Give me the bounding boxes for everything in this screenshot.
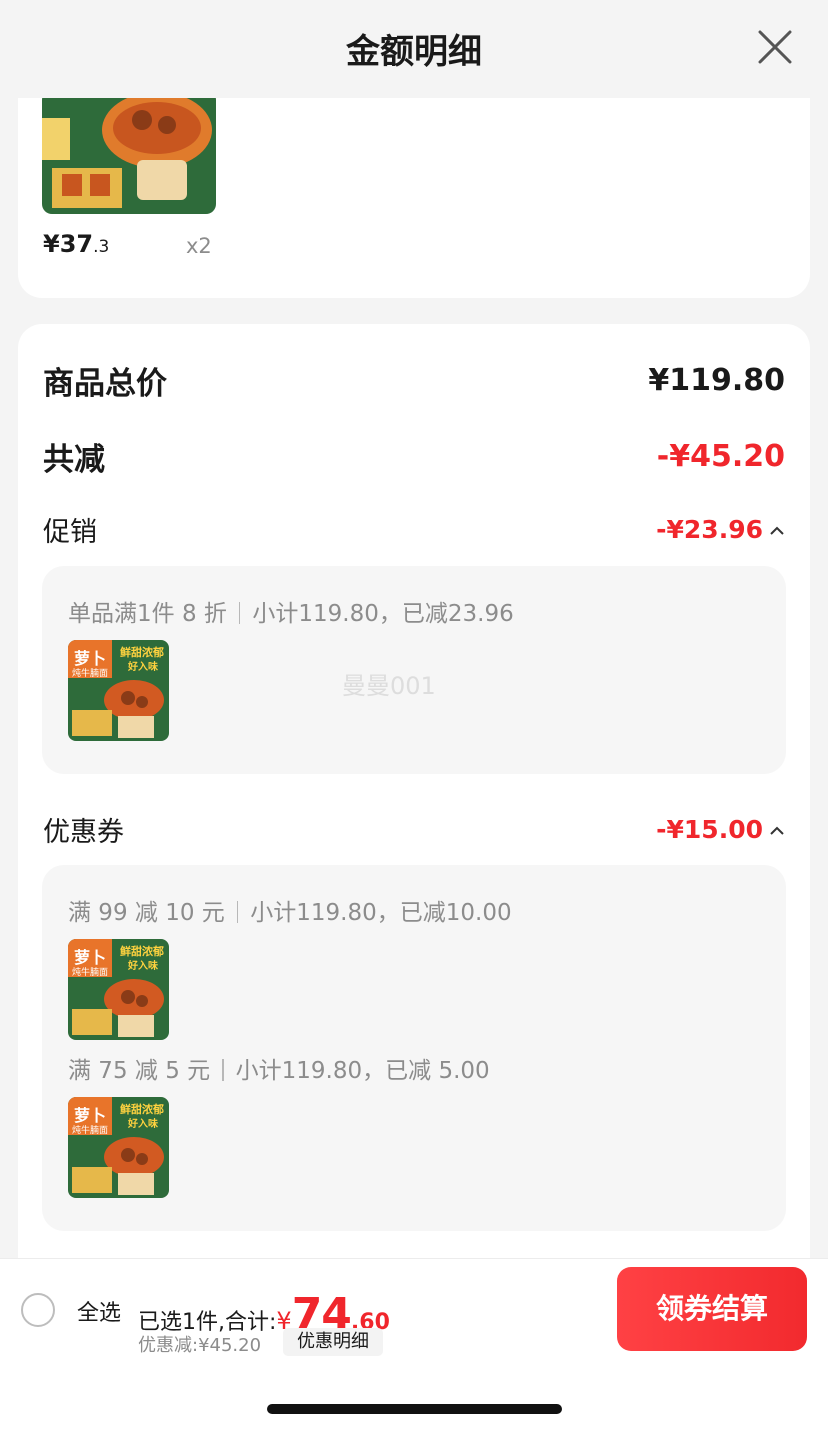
svg-text:好入味: 好入味 [127, 1117, 158, 1130]
coupon-rule-detail: 小计119.80，已减 5.00 [235, 1058, 490, 1084]
svg-text:好入味: 好入味 [127, 660, 158, 673]
chevron-up-icon[interactable] [769, 824, 785, 836]
reduce-label: 共减 [43, 442, 105, 478]
svg-text:鲜甜浓郁: 鲜甜浓郁 [120, 1102, 164, 1116]
product-image[interactable] [42, 98, 216, 214]
svg-text:萝卜: 萝卜 [74, 649, 106, 668]
product-card: ¥37.3 x2 [18, 98, 810, 298]
promotion-value-wrap: -¥23.96 [656, 515, 785, 544]
checkout-button[interactable]: 领券结算 [617, 1267, 807, 1351]
item-price-main: ¥37 [43, 230, 94, 258]
watermark: 曼曼001 [342, 672, 436, 700]
coupon-rule: 满 99 减 10 元小计119.80，已减10.00 [68, 893, 512, 927]
coupon-value: -¥15.00 [656, 815, 763, 844]
amount-detail-sheet: 金额明细 ¥37.3 x2 商品总价 ¥119.80 共减 -¥45.20 促销… [0, 0, 828, 1431]
select-all-radio[interactable] [21, 1293, 55, 1327]
product-thumbnail[interactable]: 萝卜 炖牛腩面 鲜甜浓郁 好入味 [68, 640, 169, 741]
coupon-rule-name: 满 99 减 10 元 [68, 900, 225, 926]
coupon-value-wrap: -¥15.00 [656, 815, 785, 844]
total-row: 商品总价 ¥119.80 [43, 358, 785, 403]
checkout-bar: 全选 已选1件,合计:¥74.60 优惠减:¥45.20 优惠明细 领券结算 [0, 1258, 828, 1358]
chevron-up-icon[interactable] [769, 524, 785, 536]
close-icon[interactable] [756, 28, 794, 66]
sheet-header: 金额明细 [0, 0, 828, 98]
svg-text:炖牛腩面: 炖牛腩面 [72, 667, 108, 679]
svg-text:炖牛腩面: 炖牛腩面 [72, 1124, 108, 1136]
divider [222, 1059, 224, 1081]
coupon-row[interactable]: 优惠券 -¥15.00 [43, 810, 785, 849]
promotion-detail-box: 单品满1件 8 折小计119.80，已减23.96 萝卜 炖牛腩面 鲜甜浓郁 好… [42, 566, 786, 774]
reduce-value: -¥45.20 [656, 439, 785, 474]
home-indicator[interactable] [267, 1404, 562, 1414]
divider [238, 602, 241, 624]
promotion-row[interactable]: 促销 -¥23.96 [43, 510, 785, 549]
price-breakdown-card: 商品总价 ¥119.80 共减 -¥45.20 促销 -¥23.96 单品满1件… [18, 324, 810, 1284]
product-thumbnail[interactable]: 萝卜 炖牛腩面 鲜甜浓郁 好入味 [68, 1097, 169, 1198]
discount-text: 优惠减:¥45.20 [138, 1335, 262, 1356]
coupon-label: 优惠券 [43, 817, 124, 848]
home-indicator-area [0, 1358, 828, 1431]
coupon-rule-name: 满 75 减 5 元 [68, 1058, 211, 1084]
svg-text:鲜甜浓郁: 鲜甜浓郁 [120, 944, 164, 958]
coupon-rule-detail: 小计119.80，已减10.00 [250, 900, 512, 926]
svg-text:萝卜: 萝卜 [74, 1106, 106, 1125]
promotion-rule-detail: 小计119.80，已减23.96 [252, 601, 514, 627]
promotion-rule-name: 单品满1件 8 折 [68, 601, 227, 627]
svg-text:好入味: 好入味 [127, 959, 158, 972]
divider [236, 901, 239, 923]
item-quantity: x2 [186, 234, 212, 258]
promotion-label: 促销 [43, 517, 97, 548]
product-thumbnail[interactable]: 萝卜 炖牛腩面 鲜甜浓郁 好入味 [68, 939, 169, 1040]
sheet-title: 金额明细 [346, 32, 482, 72]
coupon-rule: 满 75 减 5 元小计119.80，已减 5.00 [68, 1051, 490, 1085]
svg-text:萝卜: 萝卜 [74, 948, 106, 967]
promotion-rule: 单品满1件 8 折小计119.80，已减23.96 [68, 594, 514, 628]
reduce-row: 共减 -¥45.20 [43, 434, 785, 479]
total-label: 商品总价 [43, 366, 167, 402]
promotion-value: -¥23.96 [656, 515, 763, 544]
select-all-label[interactable]: 全选 [77, 1295, 121, 1327]
svg-text:炖牛腩面: 炖牛腩面 [72, 966, 108, 978]
item-price-decimal: .3 [93, 237, 110, 257]
item-price: ¥37.3 [43, 230, 109, 258]
total-value: ¥119.80 [648, 363, 785, 398]
coupon-detail-box: 满 99 减 10 元小计119.80，已减10.00 萝卜 炖牛腩面 鲜甜浓郁… [42, 865, 786, 1231]
svg-text:鲜甜浓郁: 鲜甜浓郁 [120, 645, 164, 659]
discount-detail-button[interactable]: 优惠明细 [283, 1328, 383, 1356]
